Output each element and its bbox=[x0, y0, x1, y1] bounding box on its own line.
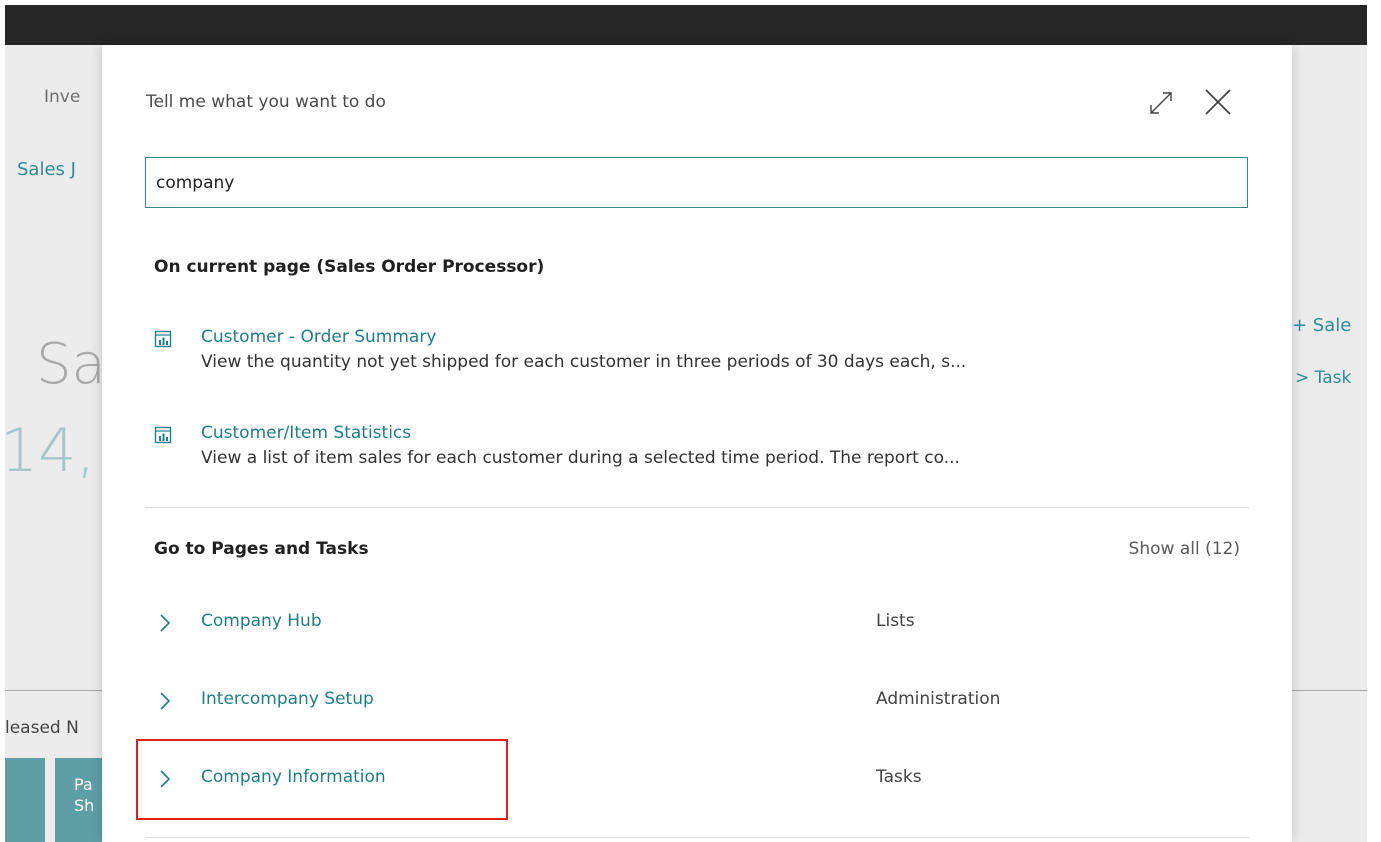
close-icon[interactable] bbox=[1201, 85, 1235, 119]
chevron-right-icon bbox=[158, 690, 172, 712]
chevron-right-icon bbox=[158, 612, 172, 634]
background-tile bbox=[5, 758, 45, 842]
page-item-company-hub[interactable]: Company Hub Lists bbox=[154, 605, 1244, 645]
background-tile-text: Pa Sh bbox=[55, 758, 102, 842]
show-all-link[interactable]: Show all (12) bbox=[1129, 539, 1240, 559]
dialog-title: Tell me what you want to do bbox=[146, 92, 386, 112]
page-item-label: Company Hub bbox=[201, 611, 322, 631]
background-divider bbox=[5, 690, 102, 691]
background-action-tasks: > Task bbox=[1295, 368, 1352, 388]
pages-tasks-heading: Go to Pages and Tasks bbox=[154, 539, 369, 559]
page-item-category: Lists bbox=[876, 611, 915, 631]
expand-icon[interactable] bbox=[1145, 87, 1177, 119]
result-customer-order-summary[interactable]: Customer - Order Summary View the quanti… bbox=[154, 327, 1244, 377]
frame-right bbox=[1367, 0, 1381, 842]
page-item-category: Administration bbox=[876, 689, 1001, 709]
section-divider bbox=[145, 507, 1249, 508]
result-description: View the quantity not yet shipped for ea… bbox=[201, 352, 967, 372]
result-title: Customer - Order Summary bbox=[201, 327, 437, 347]
background-released-fragment: leased N bbox=[5, 718, 79, 738]
tile-line-2: Sh bbox=[74, 796, 95, 815]
result-customer-item-statistics[interactable]: Customer/Item Statistics View a list of … bbox=[154, 423, 1244, 473]
report-icon bbox=[154, 426, 172, 444]
result-description: View a list of item sales for each custo… bbox=[201, 448, 960, 468]
background-number-fragment: 14, bbox=[0, 416, 96, 486]
report-icon bbox=[154, 330, 172, 348]
background-link-fragment: Sales J bbox=[17, 159, 76, 180]
result-title: Customer/Item Statistics bbox=[201, 423, 412, 443]
tell-me-dialog: Tell me what you want to do On current p… bbox=[102, 45, 1292, 842]
tile-line-1: Pa bbox=[74, 775, 93, 794]
background-divider-right bbox=[1292, 690, 1367, 691]
top-app-bar bbox=[5, 5, 1367, 45]
page-item-label: Company Information bbox=[201, 767, 386, 787]
page-item-company-information[interactable]: Company Information Tasks bbox=[154, 761, 1244, 801]
background-headline-fragment: Sa bbox=[36, 332, 102, 397]
search-input[interactable] bbox=[145, 157, 1248, 208]
background-action-new-sales: + Sale bbox=[1292, 315, 1352, 336]
page-item-intercompany-setup[interactable]: Intercompany Setup Administration bbox=[154, 683, 1244, 723]
chevron-right-icon bbox=[158, 768, 172, 790]
page-item-category: Tasks bbox=[876, 767, 922, 787]
background-nav-fragment: Inve bbox=[44, 87, 81, 107]
page-item-label: Intercompany Setup bbox=[201, 689, 374, 709]
current-page-heading: On current page (Sales Order Processor) bbox=[154, 257, 545, 277]
section-divider-bottom bbox=[145, 837, 1249, 838]
